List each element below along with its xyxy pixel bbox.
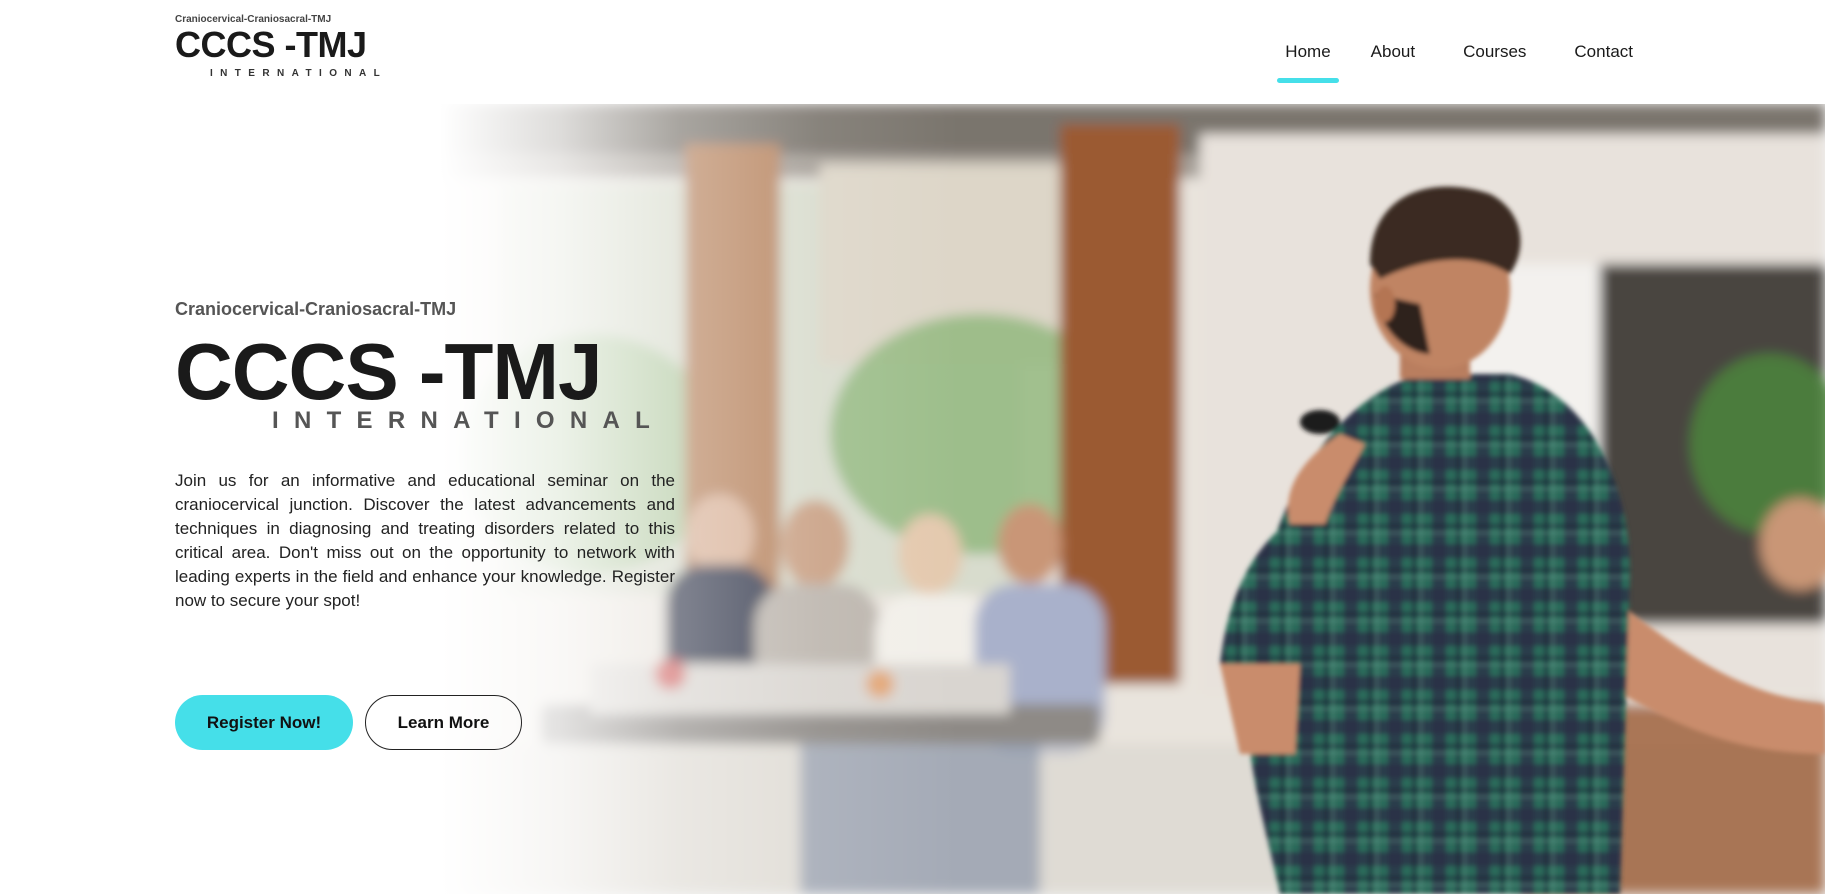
logo[interactable]: Craniocervical-Craniosacral-TMJ CCCS -TM… xyxy=(175,14,385,79)
nav-item-label: Courses xyxy=(1463,42,1527,61)
logo-sub-text: INTERNATIONAL xyxy=(210,68,388,79)
nav-item-home[interactable]: Home xyxy=(1277,38,1339,83)
main-nav: Home About Courses Contact xyxy=(1277,38,1633,83)
hero-title: CCCS -TMJ xyxy=(175,327,603,416)
nav-item-contact[interactable]: Contact xyxy=(1574,38,1633,62)
learn-more-label: Learn More xyxy=(397,712,490,732)
active-nav-indicator xyxy=(1277,78,1339,83)
hero-subtitle: Craniocervical-Craniosacral-TMJ xyxy=(175,299,457,319)
nav-item-label: About xyxy=(1370,42,1416,61)
nav-item-label: Contact xyxy=(1574,42,1633,61)
logo-main-text: CCCS -TMJ xyxy=(175,24,367,65)
hero-description: Join us for an informative and education… xyxy=(175,471,675,610)
hero-international: INTERNATIONAL xyxy=(272,407,666,434)
nav-item-label: Home xyxy=(1285,42,1331,61)
hero-section: Craniocervical-Craniosacral-TMJ CCCS -TM… xyxy=(0,104,1825,894)
learn-more-button[interactable]: Learn More xyxy=(365,695,522,750)
nav-item-courses[interactable]: Courses xyxy=(1463,38,1526,62)
register-now-button[interactable]: Register Now! xyxy=(175,695,353,750)
site-header: Craniocervical-Craniosacral-TMJ CCCS -TM… xyxy=(0,0,1825,104)
register-now-label: Register Now! xyxy=(206,712,322,732)
nav-item-about[interactable]: About xyxy=(1371,38,1415,62)
